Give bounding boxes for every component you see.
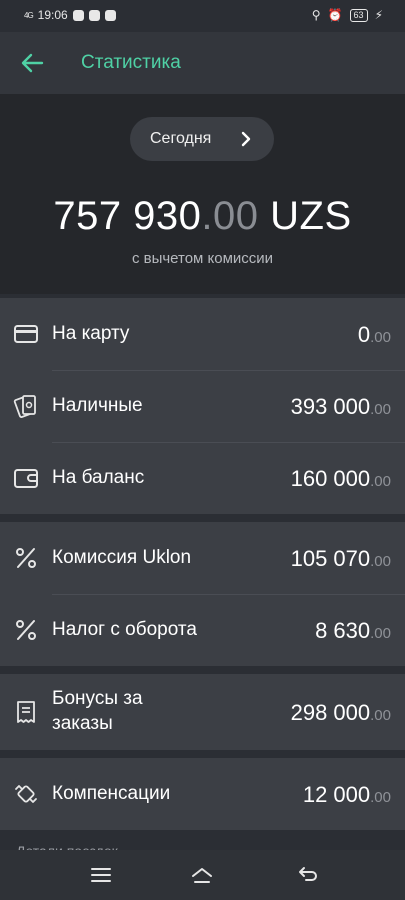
list-item[interactable]: Бонусы за заказы 298 000.00 — [0, 674, 405, 750]
item-label: Комиссия Uklon — [52, 547, 192, 568]
home-icon[interactable] — [190, 864, 214, 886]
page-title: Статистика — [81, 52, 181, 73]
item-amount: 298 000.00 — [290, 700, 391, 725]
divider — [0, 514, 405, 522]
item-label: Бонусы за заказы — [52, 688, 143, 734]
back-arrow-icon[interactable] — [18, 49, 46, 77]
item-label: На баланс — [52, 467, 145, 488]
chevron-right-icon — [241, 131, 251, 147]
list-item[interactable]: Налог с оборота 8 630.00 — [0, 594, 405, 666]
item-label: На карту — [52, 323, 130, 344]
charging-icon: ⚡ — [374, 8, 383, 22]
item-amount: 393 000.00 — [290, 394, 391, 419]
period-label: Сегодня — [150, 130, 212, 147]
compensation-icon — [15, 785, 37, 803]
bonus-group: Бонусы за заказы 298 000.00 — [0, 674, 405, 750]
fees-group: Комиссия Uklon 105 070.00 Налог с оборот… — [0, 522, 405, 666]
summary-section: Сегодня 757 930.00 UZS с вычетом комисси… — [0, 94, 405, 294]
status-time: 19:06 — [37, 8, 68, 22]
item-label: Компенсации — [52, 783, 171, 804]
shield-icon — [88, 9, 100, 21]
wallet-icon — [14, 469, 38, 488]
item-amount: 160 000.00 — [290, 466, 391, 491]
signal-icon: 4G — [24, 10, 34, 20]
receipt-icon — [17, 701, 35, 723]
period-selector-button[interactable]: Сегодня — [130, 117, 274, 161]
payments-group: На карту 0.00 Наличные 393 000.00 На бал… — [0, 298, 405, 514]
list-item[interactable]: На баланс 160 000.00 — [0, 442, 405, 514]
total-decimal: .00 — [201, 194, 259, 238]
item-amount: 12 000.00 — [302, 782, 391, 807]
battery-indicator: 63 — [349, 8, 368, 22]
compensation-group: Компенсации 12 000.00 — [0, 758, 405, 830]
cash-icon — [13, 395, 36, 418]
total-currency: UZS — [270, 194, 352, 238]
total-main: 757 930 — [53, 194, 202, 238]
total-note: с вычетом комиссии — [131, 250, 274, 267]
location-icon: ⚲ — [311, 8, 321, 22]
total-amount: 757 930.00 UZS — [0, 194, 405, 239]
item-amount: 8 630.00 — [315, 618, 391, 643]
chat-icon — [72, 9, 84, 21]
divider — [0, 666, 405, 674]
app-bar: Статистика — [0, 32, 405, 94]
status-bar: 4G 19:06 ⚲ ⏰ 63 ⚡ — [0, 0, 405, 32]
item-label: Наличные — [52, 395, 143, 416]
list-item[interactable]: На карту 0.00 — [0, 298, 405, 370]
system-nav-bar — [0, 850, 405, 900]
percent-icon — [16, 548, 36, 568]
divider — [0, 750, 405, 758]
list-item[interactable]: Компенсации 12 000.00 — [0, 758, 405, 830]
list-item[interactable]: Наличные 393 000.00 — [0, 370, 405, 442]
item-amount: 105 070.00 — [290, 546, 391, 571]
alarm-icon: ⏰ — [327, 8, 343, 22]
back-icon[interactable] — [296, 864, 320, 886]
list-item[interactable]: Комиссия Uklon 105 070.00 — [0, 522, 405, 594]
percent-icon — [16, 620, 36, 640]
menu-icon[interactable] — [89, 864, 113, 886]
item-label: Налог с оборота — [52, 619, 197, 640]
card-icon — [14, 325, 38, 343]
mail-icon — [104, 9, 116, 21]
item-amount: 0.00 — [357, 322, 391, 347]
